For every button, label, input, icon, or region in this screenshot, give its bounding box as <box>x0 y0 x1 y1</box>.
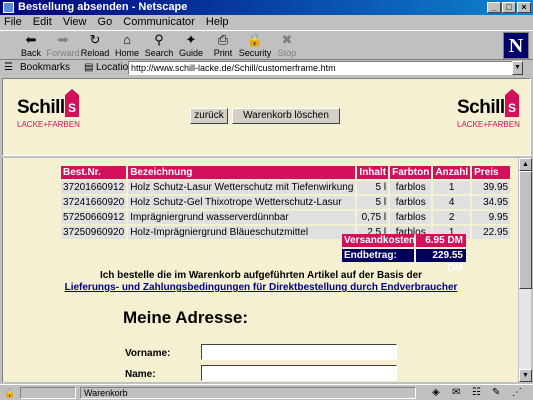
scroll-down-icon[interactable]: ▼ <box>519 369 532 382</box>
vertical-scrollbar[interactable]: ▲ ▼ <box>518 158 532 382</box>
stop-button[interactable]: ✖ Stop <box>270 32 304 60</box>
forward-button[interactable]: ➡ Forward <box>46 32 80 60</box>
back-button[interactable]: ⬅ Back <box>14 32 48 60</box>
total-value: 229.55 DM <box>416 249 466 274</box>
home-icon: ⌂ <box>123 32 131 47</box>
status-text: Warenkorb <box>80 387 416 399</box>
bookmarks-icon: ☰ <box>4 62 13 73</box>
shipping-value: 6.95 DM <box>416 234 466 247</box>
menu-edit[interactable]: Edit <box>33 16 52 28</box>
search-icon: ⚲ <box>154 32 164 47</box>
bookmarks-button[interactable]: Bookmarks <box>20 60 70 76</box>
netscape-throbber-icon: N <box>503 32 529 59</box>
menu-help[interactable]: Help <box>206 16 229 28</box>
menu-file[interactable]: File <box>4 16 22 28</box>
schill-logo-right: Schill S LACKE+FARBEN <box>457 89 520 129</box>
guide-button[interactable]: ✦ Guide <box>174 32 208 60</box>
resize-grip-icon[interactable]: ⋰ <box>512 387 522 399</box>
guide-icon: ✦ <box>185 32 197 47</box>
cart-table: Best.Nr. Bezeichnung Inhalt Farbton Anza… <box>59 164 512 241</box>
col-description: Bezeichnung <box>128 166 356 179</box>
search-button[interactable]: ⚲ Search <box>142 32 176 60</box>
title-bar: Bestellung absenden - Netscape _ □ × <box>0 0 533 15</box>
composer-tray-icon[interactable]: ✎ <box>492 387 500 399</box>
schill-logo-left: Schill S LACKE+FARBEN <box>17 89 80 129</box>
col-quantity: Anzahl <box>433 166 471 179</box>
print-button[interactable]: ⎙ Print <box>206 32 240 60</box>
table-row: 37201660912 Holz Schutz-Lasur Wetterschut… <box>61 181 511 194</box>
navigator-tray-icon[interactable]: ◈ <box>432 387 440 399</box>
lastname-field[interactable] <box>201 365 397 381</box>
forward-icon: ➡ <box>57 32 69 47</box>
col-order-number: Best.Nr. <box>61 166 127 179</box>
location-bar: ☰ Bookmarks ▤ Location: http://www.schil… <box>0 60 533 76</box>
reload-icon: ↻ <box>89 32 101 47</box>
firstname-field[interactable] <box>201 344 397 360</box>
col-color: Farbton <box>390 166 432 179</box>
terms-link[interactable]: Lieferungs- und Zahlungsbedingungen für … <box>3 282 518 293</box>
lastname-label: Name: <box>125 369 156 380</box>
navigation-toolbar: ⬅ Back ➡ Forward ↻ Reload ⌂ Home ⚲ Search ✦ Gu… <box>0 30 533 60</box>
status-bar: 🔓 Warenkorb ◈ ✉ ☷ ✎ ⋰ <box>0 384 533 400</box>
reload-button[interactable]: ↻ Reload <box>78 32 112 60</box>
print-icon: ⎙ <box>217 32 229 47</box>
back-page-button[interactable]: zurück <box>190 108 228 124</box>
netscape-app-icon <box>3 2 14 13</box>
scroll-thumb[interactable] <box>519 171 532 289</box>
header-frame: Schill S LACKE+FARBEN zurück Warenkorb l… <box>2 78 531 156</box>
minimize-button[interactable]: _ <box>487 2 501 13</box>
firstname-label: Vorname: <box>125 348 171 359</box>
window-title: Bestellung absenden - Netscape <box>18 1 188 13</box>
table-row: 37241660920 Holz Schutz-Gel Thixotrope We… <box>61 196 511 209</box>
menu-bar: File Edit View Go Communicator Help <box>0 15 533 30</box>
menu-view[interactable]: View <box>63 16 87 28</box>
security-icon: 🔒 <box>246 32 264 47</box>
security-lock-icon[interactable]: 🔓 <box>4 387 16 399</box>
scroll-up-icon[interactable]: ▲ <box>519 158 532 171</box>
order-frame: Best.Nr. Bezeichnung Inhalt Farbton Anza… <box>2 158 518 382</box>
chevron-down-icon[interactable]: ▼ <box>512 61 523 75</box>
close-button[interactable]: × <box>517 2 531 13</box>
mail-tray-icon[interactable]: ✉ <box>452 387 460 399</box>
address-heading: Meine Adresse: <box>123 308 249 327</box>
discussions-tray-icon[interactable]: ☷ <box>472 387 481 399</box>
back-icon: ⬅ <box>25 32 37 47</box>
table-row: 57250660912 Imprägniergrund wasserverdünn… <box>61 211 511 224</box>
maximize-button[interactable]: □ <box>502 2 516 13</box>
menu-communicator[interactable]: Communicator <box>123 16 195 28</box>
menu-go[interactable]: Go <box>98 16 113 28</box>
col-price: Preis <box>472 166 511 179</box>
url-input[interactable]: http://www.schill-lacke.de/Schill/custom… <box>128 61 522 75</box>
total-label: Endbetrag: <box>342 249 414 262</box>
order-notice: Ich bestelle die im Warenkorb aufgeführt… <box>99 270 423 281</box>
clear-cart-button[interactable]: Warenkorb löschen <box>232 108 340 124</box>
stop-icon: ✖ <box>281 32 293 47</box>
progress-field <box>20 387 76 399</box>
home-button[interactable]: ⌂ Home <box>110 32 144 60</box>
col-content: Inhalt <box>357 166 389 179</box>
shipping-label: Versandkosten: <box>342 234 419 247</box>
security-button[interactable]: 🔒 Security <box>238 32 272 60</box>
cart-header-row: Best.Nr. Bezeichnung Inhalt Farbton Anza… <box>61 166 511 179</box>
location-page-icon: ▤ <box>84 62 94 73</box>
